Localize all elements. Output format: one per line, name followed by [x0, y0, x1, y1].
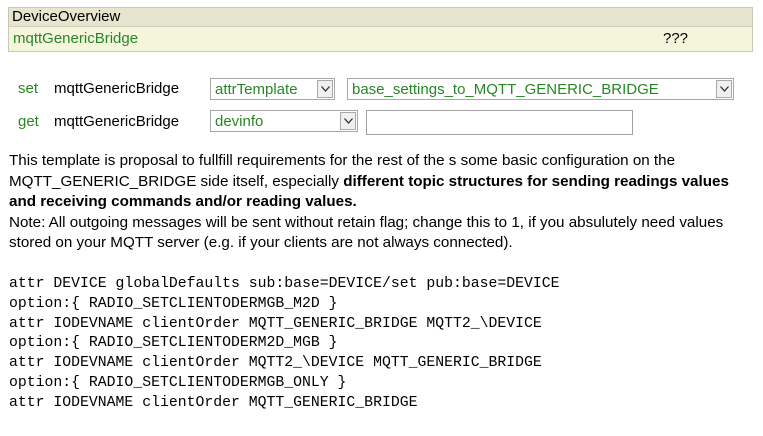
set-value-select-value: base_settings_to_MQTT_GENERIC_BRIDGE: [352, 81, 659, 98]
get-value-input[interactable]: [366, 110, 633, 135]
code-line: attr IODEVNAME clientOrder MQTT_GENERIC_…: [9, 315, 542, 332]
description-note: Note: All outgoing messages will be sent…: [9, 213, 724, 252]
set-attribute-select-value: attrTemplate: [215, 81, 298, 98]
device-overview-row: mqttGenericBridge ???: [9, 27, 752, 51]
chevron-down-icon: [340, 112, 356, 130]
code-line: option:{ RADIO_SETCLIENTODERM2D_MGB }: [9, 335, 338, 352]
get-command-row: get mqttGenericBridge devinfo: [0, 110, 763, 136]
code-line: attr DEVICE globalDefaults sub:base=DEVI…: [9, 276, 560, 292]
set-device-name: mqttGenericBridge: [54, 80, 180, 97]
get-reading-select-value: devinfo: [215, 113, 264, 130]
set-attribute-select[interactable]: attrTemplate: [210, 78, 335, 100]
device-state: ???: [663, 30, 689, 47]
set-command-row: set mqttGenericBridge attrTemplate base_…: [0, 77, 763, 103]
set-value-select[interactable]: base_settings_to_MQTT_GENERIC_BRIDGE: [347, 78, 734, 100]
get-button[interactable]: get: [18, 113, 39, 130]
code-line: option:{ RADIO_SETCLIENTODERMGB_M2D }: [9, 295, 338, 312]
code-line: attr IODEVNAME clientOrder MQTT_GENERIC_…: [9, 394, 418, 411]
chevron-down-icon: [716, 80, 732, 98]
device-link[interactable]: mqttGenericBridge: [13, 27, 138, 51]
template-code-block: attr DEVICE globalDefaults sub:base=DEVI…: [9, 275, 560, 414]
get-device-name: mqttGenericBridge: [54, 113, 180, 130]
template-description: This template is proposal to fullfill re…: [9, 151, 759, 254]
code-line: attr IODEVNAME clientOrder MQTT2_\DEVICE…: [9, 355, 542, 372]
device-overview-panel: DeviceOverview mqttGenericBridge ???: [8, 7, 753, 52]
set-button[interactable]: set: [18, 80, 38, 97]
code-line: option:{ RADIO_SETCLIENTODERMGB_ONLY }: [9, 374, 347, 391]
device-overview-header: DeviceOverview: [9, 8, 752, 27]
chevron-down-icon: [317, 80, 333, 98]
get-reading-select[interactable]: devinfo: [210, 110, 358, 132]
